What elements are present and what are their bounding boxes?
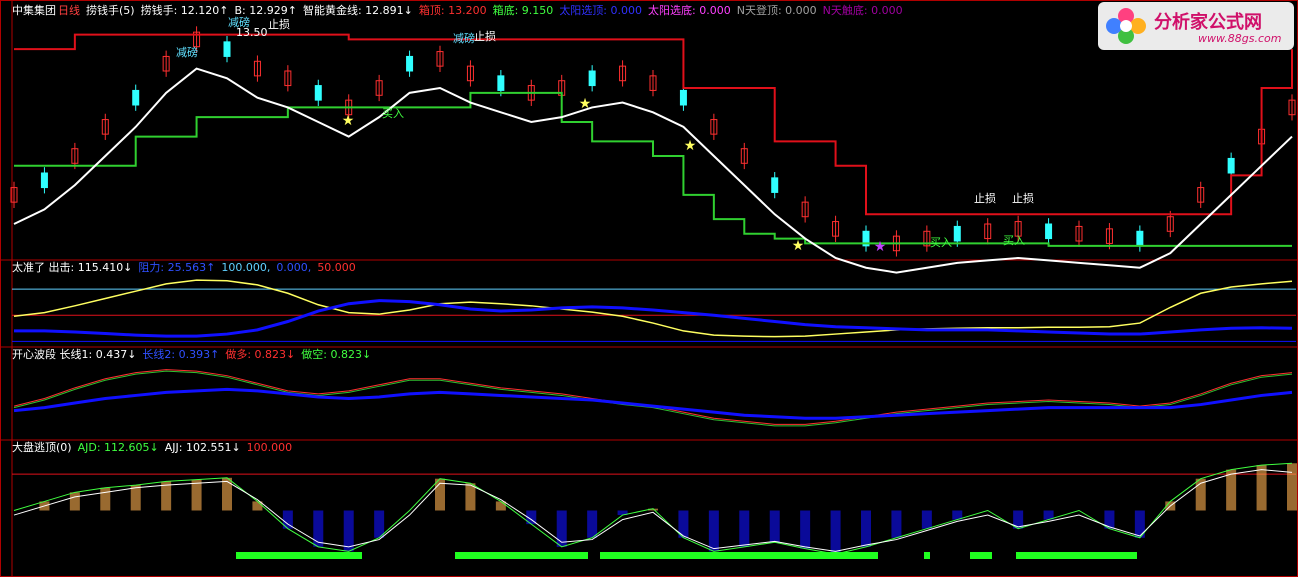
candle-body xyxy=(953,225,961,242)
panel3-value-0: 开心波段 长线1: 0.437↓ xyxy=(12,348,137,361)
histogram-bar xyxy=(891,510,902,538)
indicator-name[interactable]: 捞钱手(5) xyxy=(86,4,135,17)
histogram-bar xyxy=(800,510,811,549)
chart-annotation-1: 止损 xyxy=(268,18,290,31)
candle-body xyxy=(40,172,48,189)
candle-body xyxy=(1227,157,1235,174)
chart-annotation-2: 减磅 xyxy=(176,46,198,59)
panel2-value-2: 100.000, xyxy=(221,261,271,274)
star-icon: ★ xyxy=(342,113,355,129)
histogram-bar xyxy=(587,510,598,538)
panel3-value-3: 做空: 0.823↓ xyxy=(301,348,372,361)
chart-annotation-8: 买入 xyxy=(930,236,952,249)
histogram-bar xyxy=(222,477,232,511)
histogram-bar xyxy=(1256,465,1267,511)
chart-annotation-5: 买入 xyxy=(382,107,404,120)
panel1-value-2: 智能黄金线: 12.891↓ xyxy=(302,4,413,17)
histogram-bar xyxy=(861,510,871,547)
histogram-bar xyxy=(465,483,476,511)
candle-body xyxy=(588,70,596,87)
chart-annotation-3: 止损 xyxy=(474,30,496,43)
zuli-line xyxy=(14,299,1293,338)
money-hand-line xyxy=(13,67,1293,274)
star-icon: ★ xyxy=(684,138,697,154)
box-bottom-line xyxy=(14,91,1292,247)
candle-body xyxy=(1045,223,1053,240)
watermark-name: 分析家公式网 xyxy=(1154,12,1262,33)
candle-body xyxy=(1136,230,1144,247)
histogram-bar xyxy=(313,510,324,547)
candle-body xyxy=(771,177,779,193)
panel3-value-2: 做多: 0.823↓ xyxy=(225,348,296,361)
chart-annotation-4: 减磅 xyxy=(453,32,475,45)
histogram-bar xyxy=(708,510,719,552)
signal-bar-0 xyxy=(236,552,362,559)
histogram-bar xyxy=(374,510,385,538)
stock-chart: ★ ★ ★ ★ ★ xyxy=(0,0,1298,577)
panel2-value-0: 太准了 出击: 115.410↓ xyxy=(12,261,133,274)
star-icon: ★ xyxy=(874,239,887,255)
long-line-1-red xyxy=(13,369,1293,425)
panel1-value-0: 捞钱手: 12.120↑ xyxy=(140,4,229,17)
panel1-value-4: 箱底: 9.150 xyxy=(492,4,554,17)
candle-body xyxy=(679,89,687,106)
panel1-value-8: N天触底: 0.000 xyxy=(822,4,903,17)
candle-body xyxy=(132,89,140,106)
histogram-bar xyxy=(69,492,80,511)
chart-annotation-6: 止损 xyxy=(974,192,996,205)
histogram-bar xyxy=(191,479,202,511)
histogram-bar xyxy=(100,487,111,511)
signal-bar-5 xyxy=(1016,552,1137,559)
panel2-header: 太准了 出击: 115.410↓ 阻力: 25.563↑ 100.000, 0.000… xyxy=(12,261,362,275)
long-line-1 xyxy=(13,370,1293,427)
chart-annotation-7: 止损 xyxy=(1012,192,1034,205)
panel3-value-1: 长线2: 0.393↑ xyxy=(142,348,220,361)
histogram-bar xyxy=(769,510,780,543)
candle-body xyxy=(314,85,322,101)
signal-bar-2 xyxy=(600,552,878,559)
stock-title: 中集集团 xyxy=(12,4,56,17)
star-icon: ★ xyxy=(792,238,805,254)
histogram-bar xyxy=(130,485,141,511)
panel2-value-1: 阻力: 25.563↑ xyxy=(138,261,216,274)
histogram-bar xyxy=(556,510,567,547)
candle-body xyxy=(497,75,505,91)
box-top-line xyxy=(14,33,1293,216)
panel4-value-3: 100.000 xyxy=(246,441,293,454)
panel1-value-7: N天登顶: 0.000 xyxy=(736,4,817,17)
histogram-bar xyxy=(739,510,750,547)
watermark-logo: 分析家公式网 www.88gs.com xyxy=(1098,2,1294,50)
panel4-value-0: 大盘逃顶(0) xyxy=(12,441,72,454)
panel1-header: 中集集团 日线 捞钱手(5) 捞钱手: 12.120↑ B: 12.929↑ 智能黄金线:… xyxy=(12,4,915,18)
chart-annotation-10: 13.50 xyxy=(236,26,268,39)
candle-body xyxy=(223,41,231,57)
panel2-value-4: 50.000 xyxy=(317,261,356,274)
signal-bar-1 xyxy=(455,552,588,559)
histogram-bar xyxy=(495,501,506,511)
histogram-bar xyxy=(1226,469,1237,511)
panel1-value-3: 箱顶: 13.200 xyxy=(418,4,487,17)
signal-bar-4 xyxy=(970,552,992,559)
panel4-header: 大盘逃顶(0) AJD: 112.605↓ AJJ: 102.551↓ 100.000 xyxy=(12,441,298,455)
candle-body xyxy=(406,55,414,72)
panel1-value-5: 太阳选顶: 0.000 xyxy=(559,4,643,17)
ajd-line xyxy=(13,462,1293,555)
histogram-bar xyxy=(830,510,841,555)
histogram-bar xyxy=(921,510,932,529)
panel4-value-1: AJD: 112.605↓ xyxy=(77,441,159,454)
histogram-bar xyxy=(343,510,354,552)
panel3-header: 开心波段 长线1: 0.437↓ 长线2: 0.393↑ 做多: 0.823↓ 做空:… xyxy=(12,348,377,362)
flower-icon xyxy=(1106,8,1146,44)
star-icon: ★ xyxy=(579,96,592,112)
histogram-bar xyxy=(1287,463,1297,511)
panel1-value-6: 太阳选底: 0.000 xyxy=(648,4,731,17)
chart-annotation-9: 买入 xyxy=(1003,234,1025,247)
watermark-url: www.88gs.com xyxy=(1198,32,1282,45)
panel4-value-2: AJJ: 102.551↓ xyxy=(164,441,241,454)
signal-bar-3 xyxy=(924,552,930,559)
panel2-value-3: 0.000, xyxy=(276,261,312,274)
period-label[interactable]: 日线 xyxy=(58,4,80,17)
